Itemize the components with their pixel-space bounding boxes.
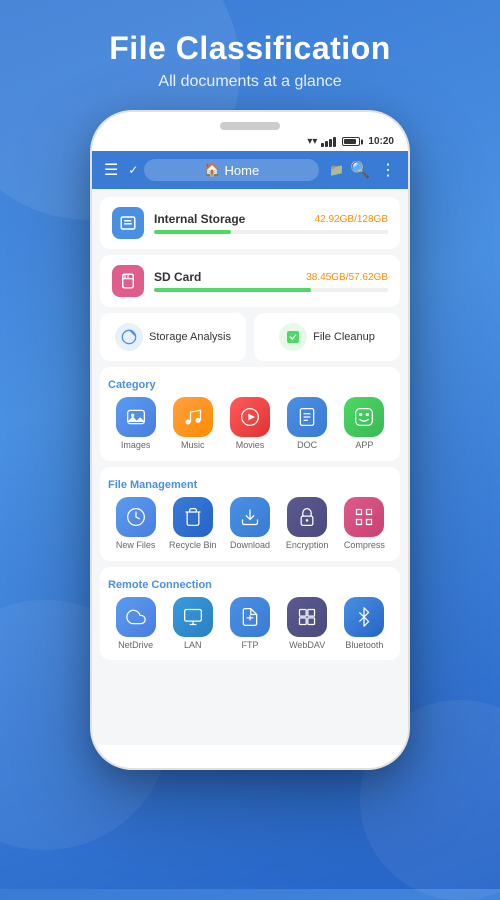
new-files-label: New Files <box>116 540 156 551</box>
app-bar: ☰ ✓ 🏠 Home 📁 🔍 ⋮ <box>92 151 408 189</box>
doc-icon <box>287 397 327 437</box>
internal-storage-card[interactable]: Internal Storage 42.92GB/128GB <box>100 197 400 249</box>
file-cleanup-button[interactable]: File Cleanup <box>254 313 400 361</box>
sdcard-storage-card[interactable]: SD Card 38.45GB/57.62GB <box>100 255 400 307</box>
category-movies[interactable]: Movies <box>224 397 276 451</box>
lan-icon <box>173 597 213 637</box>
category-section: Category Images Music <box>100 367 400 461</box>
category-label: Category <box>108 379 392 391</box>
quick-actions: Storage Analysis File Cleanup <box>100 313 400 361</box>
sdcard-storage-fill <box>154 288 311 292</box>
sdcard-storage-icon <box>112 265 144 297</box>
file-cleanup-icon <box>279 323 307 351</box>
sdcard-storage-info: SD Card 38.45GB/57.62GB <box>154 270 388 292</box>
recycle-bin-label: Recycle Bin <box>169 540 217 551</box>
download-icon <box>230 497 270 537</box>
remote-connection-section: Remote Connection NetDrive LAN <box>100 567 400 661</box>
music-icon <box>173 397 213 437</box>
encryption-item[interactable]: Encryption <box>281 497 333 551</box>
images-label: Images <box>121 440 151 451</box>
download-label: Download <box>230 540 270 551</box>
storage-analysis-button[interactable]: Storage Analysis <box>100 313 246 361</box>
netdrive-icon <box>116 597 156 637</box>
battery-icon <box>342 137 360 146</box>
encryption-icon <box>287 497 327 537</box>
ftp-label: FTP <box>241 640 258 651</box>
status-time: 10:20 <box>368 136 394 147</box>
images-icon <box>116 397 156 437</box>
search-icon[interactable]: 🔍 <box>350 160 370 180</box>
doc-label: DOC <box>297 440 317 451</box>
phone-content: Internal Storage 42.92GB/128GB <box>92 189 408 745</box>
compress-icon <box>344 497 384 537</box>
internal-storage-fill <box>154 230 231 234</box>
bluetooth-label: Bluetooth <box>345 640 383 651</box>
category-grid: Images Music Movies <box>108 397 392 451</box>
folder-icon: 📁 <box>329 163 344 177</box>
more-icon[interactable]: ⋮ <box>380 160 396 180</box>
remote-connection-label: Remote Connection <box>108 579 392 591</box>
new-files-icon <box>116 497 156 537</box>
netdrive-item[interactable]: NetDrive <box>110 597 162 651</box>
encryption-label: Encryption <box>286 540 329 551</box>
ftp-item[interactable]: FTP <box>224 597 276 651</box>
ftp-icon <box>230 597 270 637</box>
file-management-grid: New Files Recycle Bin Download <box>108 497 392 551</box>
new-files-item[interactable]: New Files <box>110 497 162 551</box>
webdav-item[interactable]: WebDAV <box>281 597 333 651</box>
page-subtitle: All documents at a glance <box>0 73 500 91</box>
status-bar: ▾▾ 10:20 <box>92 130 408 151</box>
wifi-icon: ▾▾ <box>307 136 317 147</box>
category-images[interactable]: Images <box>110 397 162 451</box>
file-management-label: File Management <box>108 479 392 491</box>
app-label: APP <box>355 440 373 451</box>
menu-icon[interactable]: ☰ <box>104 160 118 180</box>
compress-item[interactable]: Compress <box>338 497 390 551</box>
movies-icon <box>230 397 270 437</box>
webdav-label: WebDAV <box>289 640 325 651</box>
recycle-bin-item[interactable]: Recycle Bin <box>167 497 219 551</box>
download-item[interactable]: Download <box>224 497 276 551</box>
home-icon: 🏠 <box>204 162 220 178</box>
compress-label: Compress <box>344 540 385 551</box>
internal-storage-size: 42.92GB/128GB <box>315 214 388 225</box>
internal-storage-name: Internal Storage <box>154 212 245 226</box>
sdcard-storage-size: 38.45GB/57.62GB <box>306 272 388 283</box>
bluetooth-icon <box>344 597 384 637</box>
signal-bars <box>321 137 336 147</box>
category-music[interactable]: Music <box>167 397 219 451</box>
sdcard-storage-name: SD Card <box>154 270 201 284</box>
phone-mockup: ▾▾ 10:20 ☰ ✓ 🏠 Home 📁 🔍 ⋮ <box>90 110 410 770</box>
storage-analysis-label: Storage Analysis <box>149 331 231 343</box>
app-icon <box>344 397 384 437</box>
storage-analysis-icon <box>115 323 143 351</box>
category-app[interactable]: APP <box>338 397 390 451</box>
sdcard-storage-bar <box>154 288 388 292</box>
lan-item[interactable]: LAN <box>167 597 219 651</box>
movies-label: Movies <box>236 440 265 451</box>
internal-storage-info: Internal Storage 42.92GB/128GB <box>154 212 388 234</box>
webdav-icon <box>287 597 327 637</box>
page-title: File Classification <box>0 30 500 67</box>
remote-connection-grid: NetDrive LAN FTP <box>108 597 392 651</box>
home-button[interactable]: 🏠 Home <box>144 159 319 181</box>
file-management-section: File Management New Files Recycle Bin <box>100 467 400 561</box>
header-section: File Classification All documents at a g… <box>0 0 500 91</box>
check-icon[interactable]: ✓ <box>128 163 138 177</box>
file-cleanup-label: File Cleanup <box>313 331 375 343</box>
internal-storage-icon <box>112 207 144 239</box>
category-doc[interactable]: DOC <box>281 397 333 451</box>
bluetooth-item[interactable]: Bluetooth <box>338 597 390 651</box>
internal-storage-bar <box>154 230 388 234</box>
recycle-bin-icon <box>173 497 213 537</box>
netdrive-label: NetDrive <box>118 640 153 651</box>
music-label: Music <box>181 440 205 451</box>
phone-notch <box>220 122 280 130</box>
home-label: Home <box>225 163 260 178</box>
phone-body: ▾▾ 10:20 ☰ ✓ 🏠 Home 📁 🔍 ⋮ <box>90 110 410 770</box>
lan-label: LAN <box>184 640 202 651</box>
